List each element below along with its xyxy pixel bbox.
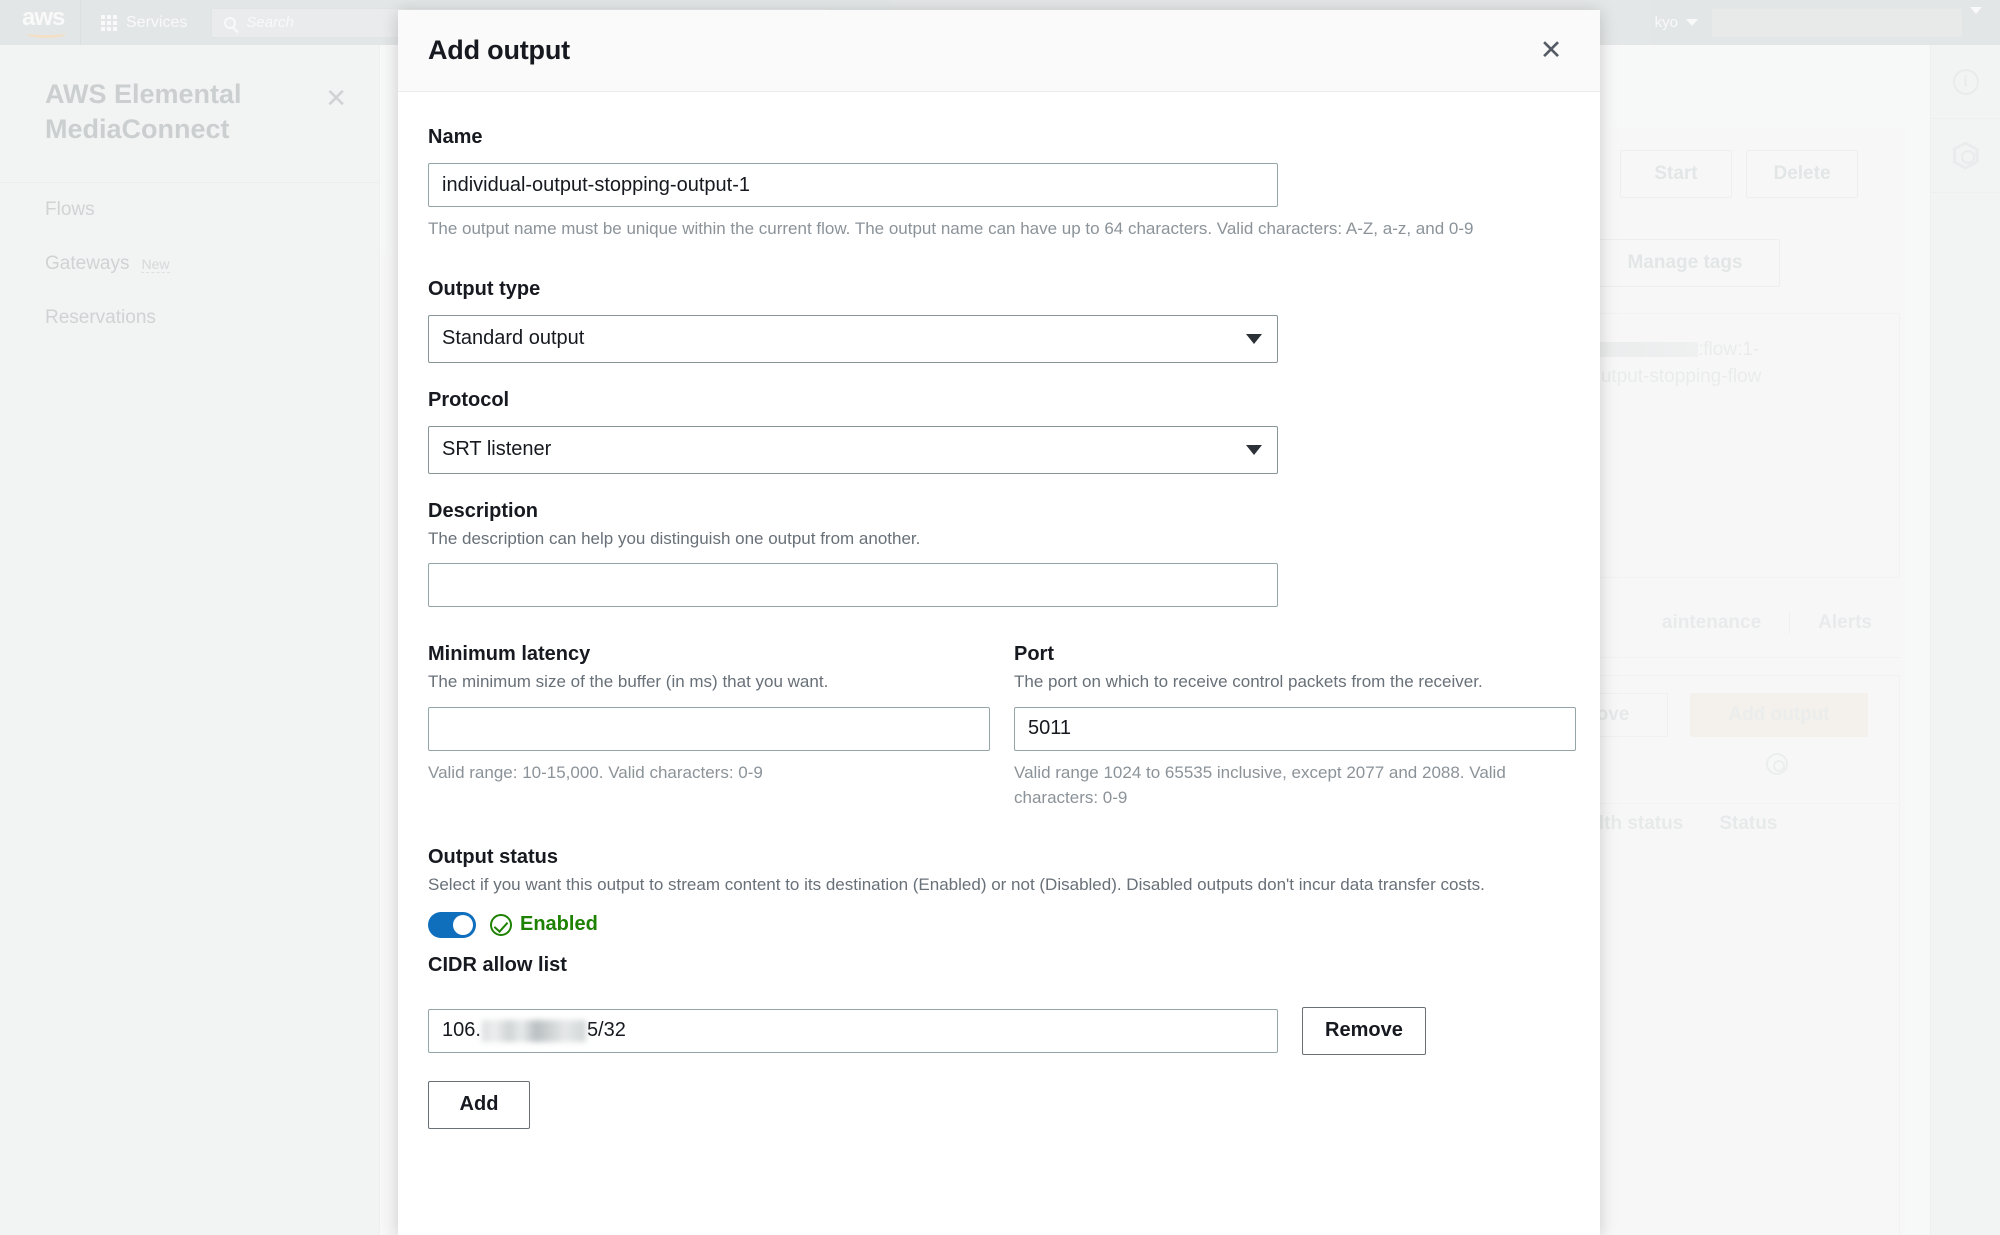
aws-logo-text: aws xyxy=(22,3,65,31)
description-help-text: The description can help you distinguish… xyxy=(428,528,921,548)
services-label: Services xyxy=(126,13,188,31)
name-hint: The output name must be unique within th… xyxy=(428,219,1474,238)
cidr-entry-row: 106. 5/32 Remove xyxy=(428,1006,1570,1055)
chevron-down-icon xyxy=(1686,19,1698,26)
chevron-down-icon xyxy=(1246,333,1262,344)
protocol-select[interactable]: SRT listener xyxy=(428,425,1278,474)
chevron-down-icon xyxy=(1246,444,1262,455)
close-icon[interactable]: ✕ xyxy=(1534,34,1568,68)
delete-button[interactable]: Delete xyxy=(1746,150,1858,198)
chevron-down-icon xyxy=(1970,6,1982,31)
flow-actions-group: Start Delete xyxy=(1620,150,1858,198)
info-panel-button[interactable]: i xyxy=(1931,45,2000,119)
minimum-latency-input[interactable] xyxy=(428,706,990,751)
output-type-value: Standard output xyxy=(442,327,585,350)
output-status-value: Enabled xyxy=(490,913,598,936)
latency-port-row: Minimum latency The minimum size of the … xyxy=(428,643,1576,810)
cloudshell-icon xyxy=(1952,141,1979,170)
modal-body: Name The output name must be unique with… xyxy=(398,92,1600,1235)
region-selector[interactable]: kyo xyxy=(1641,14,1712,31)
output-status-row: Enabled xyxy=(428,911,1570,938)
redacted-block xyxy=(481,1019,586,1042)
cloudshell-button[interactable] xyxy=(1931,119,2000,193)
gear-icon[interactable] xyxy=(1766,753,1788,775)
console-sidebar: AWS Elemental MediaConnect ✕ Flows Gatew… xyxy=(0,45,380,1235)
nav-right-group: kyo xyxy=(1641,6,2000,37)
region-label: kyo xyxy=(1654,14,1678,31)
aws-logo[interactable]: aws xyxy=(22,5,74,38)
sidebar-item-gateways[interactable]: Gateways New xyxy=(0,237,379,291)
toggle-knob xyxy=(453,914,473,935)
manage-tags-button[interactable]: Manage tags xyxy=(1590,239,1780,287)
modal-header: Add output ✕ xyxy=(398,10,1600,92)
output-type-select-wrapper: Standard output xyxy=(428,314,1278,363)
output-status-text: Enabled xyxy=(520,913,598,936)
sidebar-item-label: Reservations xyxy=(45,307,156,329)
sidebar-item-label: Gateways xyxy=(45,253,130,275)
sidebar-item-label: Flows xyxy=(45,199,95,221)
sidebar-item-reservations[interactable]: Reservations xyxy=(0,291,379,345)
protocol-label: Protocol xyxy=(428,388,510,411)
port-input[interactable] xyxy=(1014,706,1576,751)
sidebar-item-flows[interactable]: Flows xyxy=(0,183,379,237)
output-type-select[interactable]: Standard output xyxy=(428,314,1278,363)
add-output-modal: Add output ✕ Name The output name must b… xyxy=(398,10,1600,1235)
name-label: Name xyxy=(428,126,483,148)
search-icon xyxy=(224,16,237,29)
output-status-toggle[interactable] xyxy=(428,911,476,938)
search-placeholder: Search xyxy=(246,14,294,31)
description-input[interactable] xyxy=(428,563,1278,608)
port-hint: Valid range 1024 to 65535 inclusive, exc… xyxy=(1014,762,1506,807)
protocol-select-wrapper: SRT listener xyxy=(428,425,1278,474)
sidebar-item-badge: New xyxy=(141,256,170,274)
add-cidr-button[interactable]: Add xyxy=(428,1080,530,1129)
services-menu-button[interactable]: Services xyxy=(87,0,201,45)
output-type-label: Output type xyxy=(428,277,541,300)
add-output-button[interactable]: Add output xyxy=(1690,693,1868,737)
output-status-label: Output status xyxy=(428,846,558,869)
account-menu[interactable] xyxy=(1712,8,1962,37)
cidr-allow-list-label: CIDR allow list xyxy=(428,953,567,976)
cidr-value-prefix: 106. xyxy=(442,1019,481,1042)
right-rail: i xyxy=(1930,45,2000,1235)
sidebar-title: AWS Elemental MediaConnect xyxy=(45,79,242,144)
column-header-status: Status xyxy=(1719,813,1778,834)
description-label: Description xyxy=(428,499,539,522)
modal-title: Add output xyxy=(428,35,570,65)
minimum-latency-hint: Valid range: 10-15,000. Valid characters… xyxy=(428,762,763,782)
grid-icon xyxy=(101,14,117,31)
remove-cidr-button[interactable]: Remove xyxy=(1302,1006,1426,1055)
detail-tabs: aintenance Alerts xyxy=(1634,600,1900,646)
minimum-latency-label: Minimum latency xyxy=(428,643,591,666)
cidr-input[interactable]: 106. 5/32 xyxy=(428,1008,1278,1053)
minimum-latency-field: Minimum latency The minimum size of the … xyxy=(428,643,990,810)
port-help-text: The port on which to receive control pac… xyxy=(1014,672,1483,692)
aws-logo-smile-icon xyxy=(26,29,66,38)
output-status-help-text: Select if you want this output to stream… xyxy=(428,875,1485,895)
name-input[interactable] xyxy=(428,163,1278,207)
cidr-value-suffix: 5/32 xyxy=(586,1019,626,1042)
outputs-table-header: Health status Status xyxy=(1564,813,1894,835)
sidebar-close-icon[interactable]: ✕ xyxy=(325,83,347,114)
arn-suffix: :flow:1- xyxy=(1698,339,1760,360)
port-label: Port xyxy=(1014,643,1054,666)
info-icon: i xyxy=(1952,68,1979,95)
start-button[interactable]: Start xyxy=(1620,150,1732,198)
check-circle-icon xyxy=(490,913,512,936)
account-caret[interactable] xyxy=(1970,6,2000,32)
tab-alerts[interactable]: Alerts xyxy=(1790,600,1900,646)
port-field: Port The port on which to receive contro… xyxy=(1014,643,1576,810)
nav-divider xyxy=(80,0,81,45)
tab-maintenance[interactable]: aintenance xyxy=(1634,600,1789,646)
protocol-value: SRT listener xyxy=(442,438,552,461)
minimum-latency-help-text: The minimum size of the buffer (in ms) t… xyxy=(428,672,829,692)
